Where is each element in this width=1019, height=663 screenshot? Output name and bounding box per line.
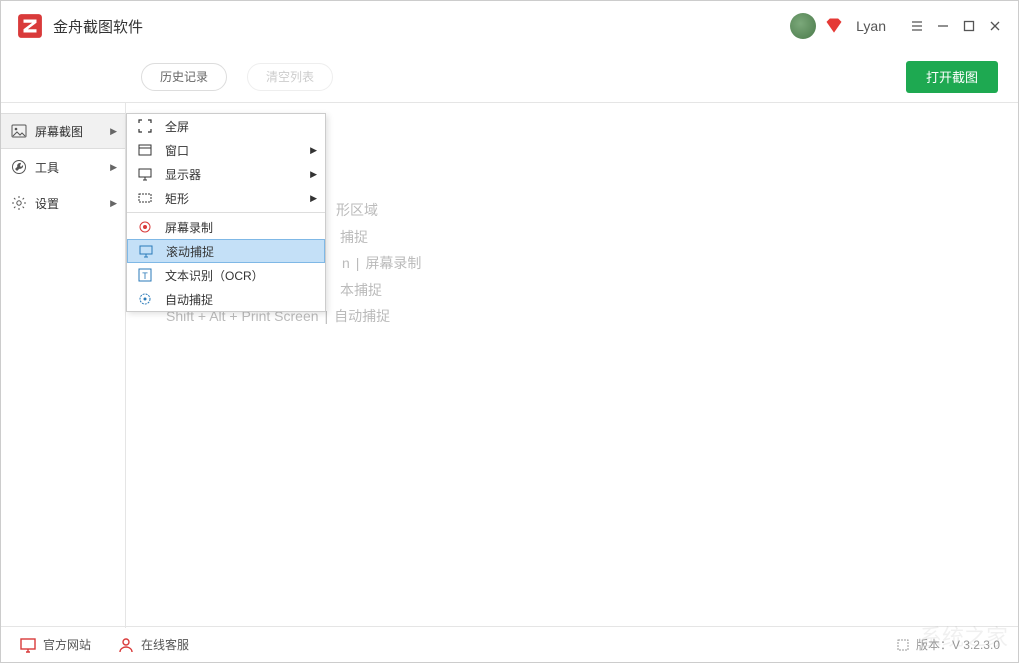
website-icon <box>19 636 37 654</box>
toolbar: 历史记录 清空列表 打开截图 <box>1 51 1018 103</box>
record-icon <box>137 219 153 235</box>
maximize-button[interactable] <box>956 13 982 39</box>
chevron-right-icon: ▶ <box>310 193 317 204</box>
ocr-icon: T <box>137 267 153 283</box>
history-button[interactable]: 历史记录 <box>141 63 227 91</box>
chevron-right-icon: ▶ <box>310 145 317 156</box>
monitor-icon <box>137 166 153 182</box>
minimize-button[interactable] <box>930 13 956 39</box>
sidebar-item-tools[interactable]: 工具 ▶ <box>1 149 125 185</box>
image-icon <box>11 123 27 139</box>
submenu-item-label: 显示器 <box>165 166 201 183</box>
chevron-right-icon: ▶ <box>110 198 117 209</box>
window-icon <box>137 142 153 158</box>
auto-icon <box>137 291 153 307</box>
version-label: 版本：V 3.2.3.0 <box>896 636 1000 653</box>
chevron-right-icon: ▶ <box>310 169 317 180</box>
submenu-item-label: 屏幕录制 <box>165 219 213 236</box>
svg-text:T: T <box>142 271 148 281</box>
scroll-icon <box>138 243 154 259</box>
submenu-item-window[interactable]: 窗口 ▶ <box>127 138 325 162</box>
update-icon <box>896 638 910 652</box>
submenu-item-rect[interactable]: 矩形 ▶ <box>127 186 325 210</box>
avatar[interactable] <box>790 13 816 39</box>
sidebar-item-label: 设置 <box>35 195 59 212</box>
rect-icon <box>137 190 153 206</box>
chevron-right-icon: ▶ <box>110 126 117 137</box>
submenu-screenshot: 全屏 窗口 ▶ 显示器 ▶ 矩形 ▶ 屏幕录制 滚动捕捉 T 文本识别（OCR） <box>126 113 326 312</box>
menu-button[interactable] <box>904 13 930 39</box>
separator <box>127 212 325 213</box>
submenu-item-label: 窗口 <box>165 142 189 159</box>
sidebar-item-settings[interactable]: 设置 ▶ <box>1 185 125 221</box>
clear-list-button: 清空列表 <box>247 63 333 91</box>
submenu-item-label: 矩形 <box>165 190 189 207</box>
sidebar: 屏幕截图 ▶ 工具 ▶ 设置 ▶ <box>1 103 126 628</box>
app-title: 金舟截图软件 <box>53 16 143 37</box>
footer-link-label: 在线客服 <box>141 636 189 653</box>
footer-link-label: 官方网站 <box>43 636 91 653</box>
fullscreen-icon <box>137 118 153 134</box>
submenu-item-auto[interactable]: 自动捕捉 <box>127 287 325 311</box>
main: 屏幕截图 ▶ 工具 ▶ 设置 ▶ 全屏 窗口 ▶ <box>1 103 1018 628</box>
gem-icon[interactable] <box>824 16 844 36</box>
gear-icon <box>11 195 27 211</box>
submenu-item-label: 文本识别（OCR） <box>165 267 264 284</box>
open-capture-button[interactable]: 打开截图 <box>906 61 998 93</box>
submenu-item-fullscreen[interactable]: 全屏 <box>127 114 325 138</box>
submenu-item-label: 滚动捕捉 <box>166 243 214 260</box>
chevron-right-icon: ▶ <box>110 162 117 173</box>
submenu-item-monitor[interactable]: 显示器 ▶ <box>127 162 325 186</box>
submenu-item-ocr[interactable]: T 文本识别（OCR） <box>127 263 325 287</box>
submenu-item-record[interactable]: 屏幕录制 <box>127 215 325 239</box>
sidebar-item-screenshot[interactable]: 屏幕截图 ▶ <box>1 113 125 149</box>
wrench-icon <box>11 159 27 175</box>
submenu-item-label: 自动捕捉 <box>165 291 213 308</box>
support-icon <box>117 636 135 654</box>
close-button[interactable] <box>982 13 1008 39</box>
footer-website-link[interactable]: 官方网站 <box>19 636 91 654</box>
titlebar: 金舟截图软件 Lyan <box>1 1 1018 51</box>
submenu-item-scroll[interactable]: 滚动捕捉 <box>127 239 325 263</box>
sidebar-item-label: 工具 <box>35 159 59 176</box>
username[interactable]: Lyan <box>856 18 886 34</box>
footer-support-link[interactable]: 在线客服 <box>117 636 189 654</box>
submenu-item-label: 全屏 <box>165 118 189 135</box>
footer: 官方网站 在线客服 版本：V 3.2.3.0 <box>1 626 1018 662</box>
sidebar-item-label: 屏幕截图 <box>35 123 83 140</box>
app-logo-icon <box>17 13 43 39</box>
